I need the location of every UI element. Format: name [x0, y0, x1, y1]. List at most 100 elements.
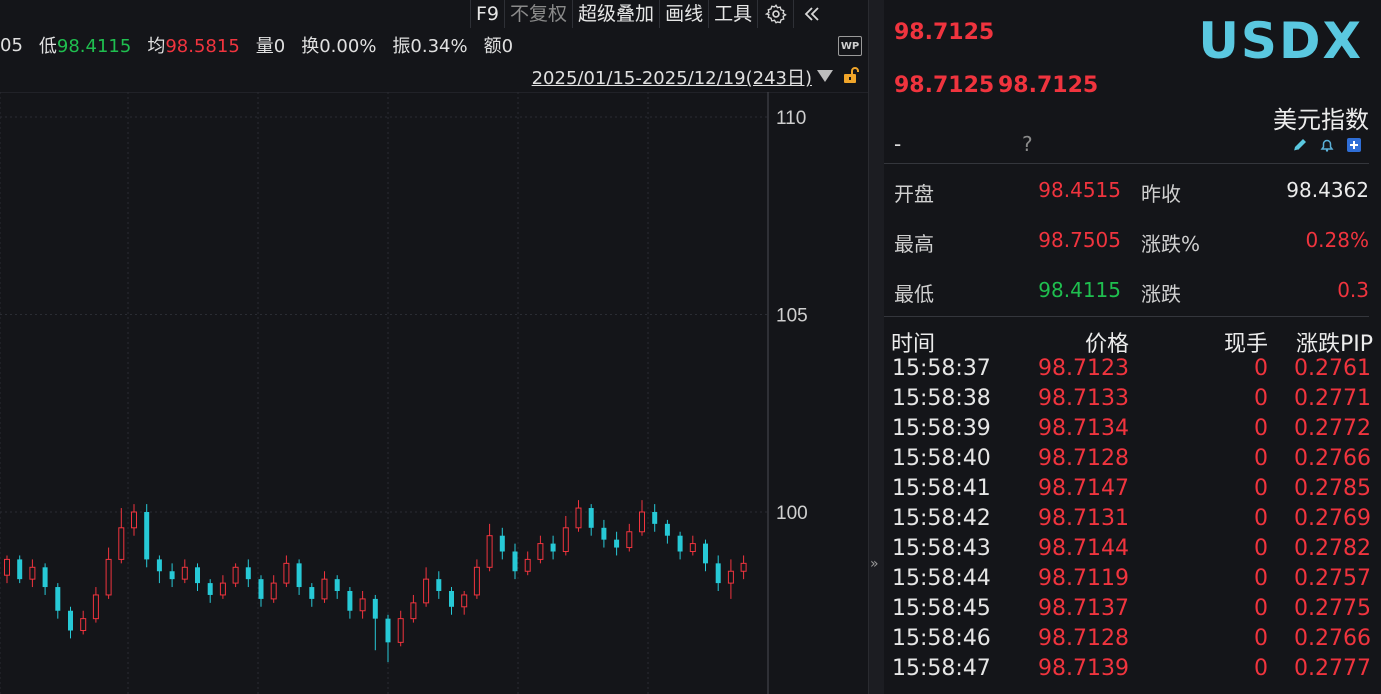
tick-time: 15:58:43 [892, 536, 991, 561]
tick-volume: 0 [1254, 596, 1268, 621]
quote-panel: 98.7125 98.7125 98.7125 USDX 美元指数 - ? 开盘… [884, 0, 1381, 694]
tick-row[interactable]: 15:58:39 98.7134 0 0.2772 [884, 416, 1381, 446]
candle[interactable] [68, 606, 73, 639]
candle[interactable] [562, 515, 569, 556]
candle[interactable] [118, 508, 125, 564]
double-chevron-left-icon[interactable] [793, 0, 829, 28]
tick-row[interactable]: 15:58:47 98.7139 0 0.2777 [884, 656, 1381, 686]
candle[interactable] [207, 579, 213, 603]
tick-row[interactable]: 15:58:46 98.7128 0 0.2766 [884, 626, 1381, 656]
f9-button[interactable]: F9 [470, 0, 504, 28]
candle[interactable] [601, 519, 607, 548]
candle[interactable] [461, 591, 468, 615]
draw-line-button[interactable]: 画线 [659, 0, 708, 28]
candle-body [537, 543, 544, 560]
candle[interactable] [169, 563, 175, 588]
candle[interactable] [385, 614, 391, 663]
candle[interactable] [436, 571, 442, 599]
candle[interactable] [703, 539, 708, 572]
candle[interactable] [296, 559, 302, 595]
candle[interactable] [524, 551, 531, 576]
unlock-icon[interactable] [842, 66, 860, 89]
plus-icon[interactable] [1345, 136, 1363, 154]
candle[interactable] [80, 610, 87, 635]
candle[interactable] [626, 523, 633, 552]
candle[interactable] [270, 575, 277, 603]
candle[interactable] [588, 504, 594, 536]
candle[interactable] [321, 571, 328, 603]
candle[interactable] [245, 559, 251, 588]
tools-button[interactable]: 工具 [708, 0, 757, 28]
candle[interactable] [499, 527, 505, 560]
candlestick-chart[interactable]: 11010510096.2179 [0, 92, 868, 694]
candle[interactable] [652, 504, 658, 532]
bell-icon[interactable] [1318, 136, 1336, 154]
candle[interactable] [309, 583, 315, 607]
tick-row[interactable]: 15:58:43 98.7144 0 0.2782 [884, 536, 1381, 566]
tick-row[interactable]: 15:58:42 98.7131 0 0.2769 [884, 506, 1381, 536]
super-overlay-button[interactable]: 超级叠加 [572, 0, 659, 28]
candle[interactable] [359, 591, 366, 619]
candle[interactable] [372, 594, 378, 651]
candle[interactable] [486, 523, 493, 572]
candle[interactable] [727, 559, 734, 599]
tick-change: 0.2761 [1294, 356, 1371, 381]
candle[interactable] [614, 531, 620, 556]
tick-row[interactable]: 15:58:41 98.7147 0 0.2785 [884, 476, 1381, 506]
candle[interactable] [232, 563, 239, 588]
candle[interactable] [181, 559, 188, 584]
candle-body [499, 535, 505, 552]
candle[interactable] [131, 504, 137, 536]
tick-row[interactable]: 15:58:37 98.7123 0 0.2761 [884, 356, 1381, 386]
candle[interactable] [537, 535, 544, 564]
candle[interactable] [473, 559, 480, 599]
candle[interactable] [29, 559, 36, 588]
tick-price: 98.7131 [1038, 506, 1129, 531]
candle[interactable] [512, 543, 518, 580]
candle[interactable] [639, 500, 645, 536]
candle[interactable] [715, 555, 721, 591]
candle[interactable] [144, 504, 150, 568]
candle[interactable] [195, 563, 200, 591]
candle[interactable] [17, 555, 23, 584]
pencil-icon[interactable] [1291, 136, 1309, 154]
candle[interactable] [397, 610, 404, 647]
candle[interactable] [410, 594, 417, 623]
candle[interactable] [347, 587, 353, 619]
date-range-selector[interactable]: 2025/01/15-2025/12/19(243日) [532, 64, 812, 90]
candle[interactable] [550, 535, 556, 560]
quote-stat-label: 昨收 [1141, 182, 1181, 206]
triangle-down-icon[interactable] [816, 67, 834, 88]
candle[interactable] [258, 575, 264, 607]
candle[interactable] [334, 575, 340, 599]
tick-volume: 0 [1254, 386, 1268, 411]
candle[interactable] [92, 587, 99, 623]
tick-row[interactable]: 15:58:44 98.7119 0 0.2757 [884, 566, 1381, 596]
double-chevron-right-icon[interactable]: » [870, 556, 879, 572]
stat-amp-label: 振 [392, 36, 411, 57]
candle[interactable] [664, 519, 670, 544]
candle[interactable] [4, 555, 10, 584]
tick-row[interactable]: 15:58:38 98.7133 0 0.2771 [884, 386, 1381, 416]
candle[interactable] [219, 575, 226, 599]
candle[interactable] [156, 555, 162, 584]
candle[interactable] [423, 567, 430, 607]
tick-row[interactable]: 15:58:45 98.7137 0 0.2775 [884, 596, 1381, 626]
wp-badge[interactable]: WP [838, 36, 862, 56]
candle[interactable] [740, 555, 747, 580]
candle[interactable] [42, 563, 48, 595]
candle[interactable] [689, 535, 696, 556]
candle[interactable] [575, 500, 582, 532]
candle[interactable] [677, 531, 683, 560]
tick-change: 0.2757 [1294, 566, 1371, 591]
candle[interactable] [105, 547, 112, 599]
gear-icon[interactable] [757, 0, 793, 28]
candle[interactable] [449, 587, 454, 615]
candle-body [473, 566, 480, 596]
panel-splitter[interactable] [868, 0, 884, 694]
tick-table-header: 时间 价格 现手 涨跌PIP [884, 326, 1381, 357]
no-adjust-button[interactable]: 不复权 [504, 0, 572, 28]
candle[interactable] [283, 555, 290, 588]
tick-row[interactable]: 15:58:40 98.7128 0 0.2766 [884, 446, 1381, 476]
candle[interactable] [55, 583, 61, 619]
